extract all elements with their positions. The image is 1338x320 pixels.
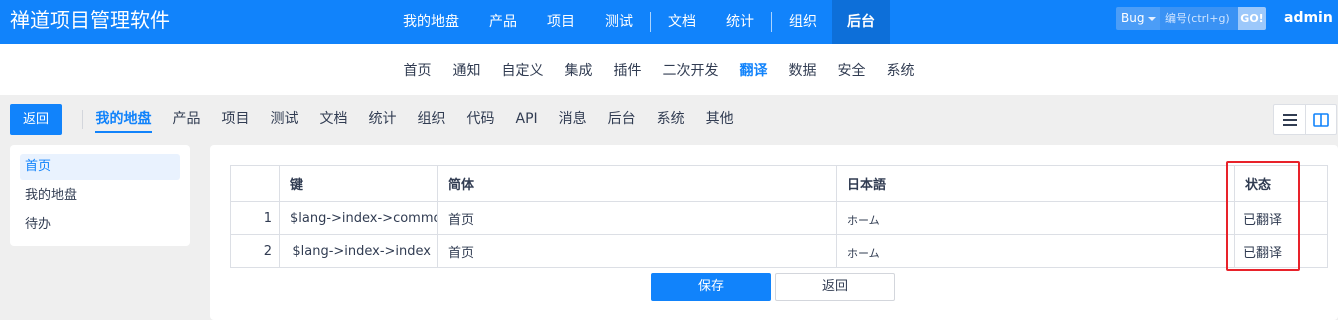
col-index [230, 165, 280, 202]
main-nav: 我的地盘 产品 项目 测试 文档 统计 组织 后台 [388, 0, 890, 44]
save-button[interactable]: 保存 [651, 273, 771, 301]
split-view-icon [1313, 112, 1329, 127]
simplified-value: 首页 [437, 234, 837, 268]
nav-project[interactable]: 项目 [532, 0, 590, 44]
nav-admin[interactable]: 后台 [832, 0, 890, 44]
sidebar-item-home[interactable]: 首页 [20, 154, 180, 180]
tab-my-dashboard[interactable]: 我的地盘 [85, 104, 162, 135]
subnav-custom[interactable]: 自定义 [491, 60, 554, 80]
view-toggle [1273, 104, 1337, 135]
sidebar-item-todo[interactable]: 待办 [20, 212, 180, 238]
tab-stats[interactable]: 统计 [358, 104, 407, 135]
status-badge: 已翻译 [1234, 234, 1328, 268]
status-badge: 已翻译 [1234, 201, 1328, 235]
row-number: 1 [230, 201, 280, 235]
tab-api[interactable]: API [505, 104, 548, 135]
tab-message[interactable]: 消息 [548, 104, 597, 135]
table-header-row: 键 简体 日本語 状态 [230, 165, 1328, 202]
module-tabs: 我的地盘 产品 项目 测试 文档 统计 组织 代码 API 消息 后台 系统 其… [85, 104, 744, 135]
lang-key: $lang->index->common [279, 201, 438, 235]
subnav-system[interactable]: 系统 [876, 60, 925, 80]
subnav-notify[interactable]: 通知 [442, 60, 491, 80]
tab-code[interactable]: 代码 [456, 104, 505, 135]
search-type-label: Bug [1121, 11, 1145, 25]
tab-product[interactable]: 产品 [162, 104, 211, 135]
tab-org[interactable]: 组织 [407, 104, 456, 135]
translation-table: 键 简体 日本語 状态 1 $lang->index->common 首页 ホー… [230, 165, 1328, 268]
col-status: 状态 [1234, 165, 1328, 202]
subnav-home[interactable]: 首页 [393, 60, 442, 80]
nav-divider [771, 12, 772, 32]
main-panel: 键 简体 日本語 状态 1 $lang->index->common 首页 ホー… [210, 145, 1338, 320]
nav-product[interactable]: 产品 [474, 0, 532, 44]
lang-key: $lang->index->index [279, 234, 438, 268]
tab-doc[interactable]: 文档 [309, 104, 358, 135]
split-view-button[interactable] [1305, 105, 1336, 134]
user-menu[interactable]: admin [1284, 10, 1333, 26]
nav-doc[interactable]: 文档 [653, 0, 711, 44]
tab-other[interactable]: 其他 [695, 104, 744, 135]
top-header: 禅道项目管理软件 我的地盘 产品 项目 测试 文档 统计 组织 后台 Bug G… [0, 0, 1338, 44]
list-view-button[interactable] [1274, 105, 1305, 134]
caret-down-icon [1148, 17, 1156, 21]
search-go-button[interactable]: GO! [1238, 7, 1266, 30]
col-key: 键 [279, 165, 438, 202]
col-japanese: 日本語 [836, 165, 1235, 202]
nav-org[interactable]: 组织 [774, 0, 832, 44]
japanese-value[interactable]: ホーム [836, 201, 1235, 235]
subnav-security[interactable]: 安全 [827, 60, 876, 80]
subnav-integration[interactable]: 集成 [554, 60, 603, 80]
row-number: 2 [230, 234, 280, 268]
tab-admin[interactable]: 后台 [597, 104, 646, 135]
nav-divider [650, 12, 651, 32]
cancel-back-button[interactable]: 返回 [775, 273, 895, 301]
tab-project[interactable]: 项目 [211, 104, 260, 135]
subnav-data[interactable]: 数据 [778, 60, 827, 80]
japanese-value[interactable]: ホーム [836, 234, 1235, 268]
search-input[interactable] [1160, 7, 1238, 30]
admin-subnav: 首页 通知 自定义 集成 插件 二次开发 翻译 数据 安全 系统 [0, 44, 1338, 95]
sidebar: 首页 我的地盘 待办 [10, 145, 190, 246]
tab-test[interactable]: 测试 [260, 104, 309, 135]
subnav-plugins[interactable]: 插件 [603, 60, 652, 80]
col-simplified: 简体 [437, 165, 837, 202]
nav-stats[interactable]: 统计 [711, 0, 769, 44]
global-search: Bug GO! [1116, 7, 1266, 30]
nav-test[interactable]: 测试 [590, 0, 648, 44]
subnav-translate[interactable]: 翻译 [729, 60, 778, 80]
search-type-select[interactable]: Bug [1116, 7, 1160, 30]
table-row: 1 $lang->index->common 首页 ホーム 已翻译 [230, 201, 1328, 235]
nav-my-dashboard[interactable]: 我的地盘 [388, 0, 474, 44]
table-row: 2 $lang->index->index 首页 ホーム 已翻译 [230, 234, 1328, 268]
back-button[interactable]: 返回 [10, 104, 62, 135]
toolbar-divider [82, 110, 83, 129]
list-icon [1282, 113, 1297, 126]
sidebar-item-my-dashboard[interactable]: 我的地盘 [20, 183, 180, 209]
app-brand[interactable]: 禅道项目管理软件 [10, 7, 170, 33]
tab-system[interactable]: 系统 [646, 104, 695, 135]
simplified-value: 首页 [437, 201, 837, 235]
subnav-dev[interactable]: 二次开发 [652, 60, 729, 80]
